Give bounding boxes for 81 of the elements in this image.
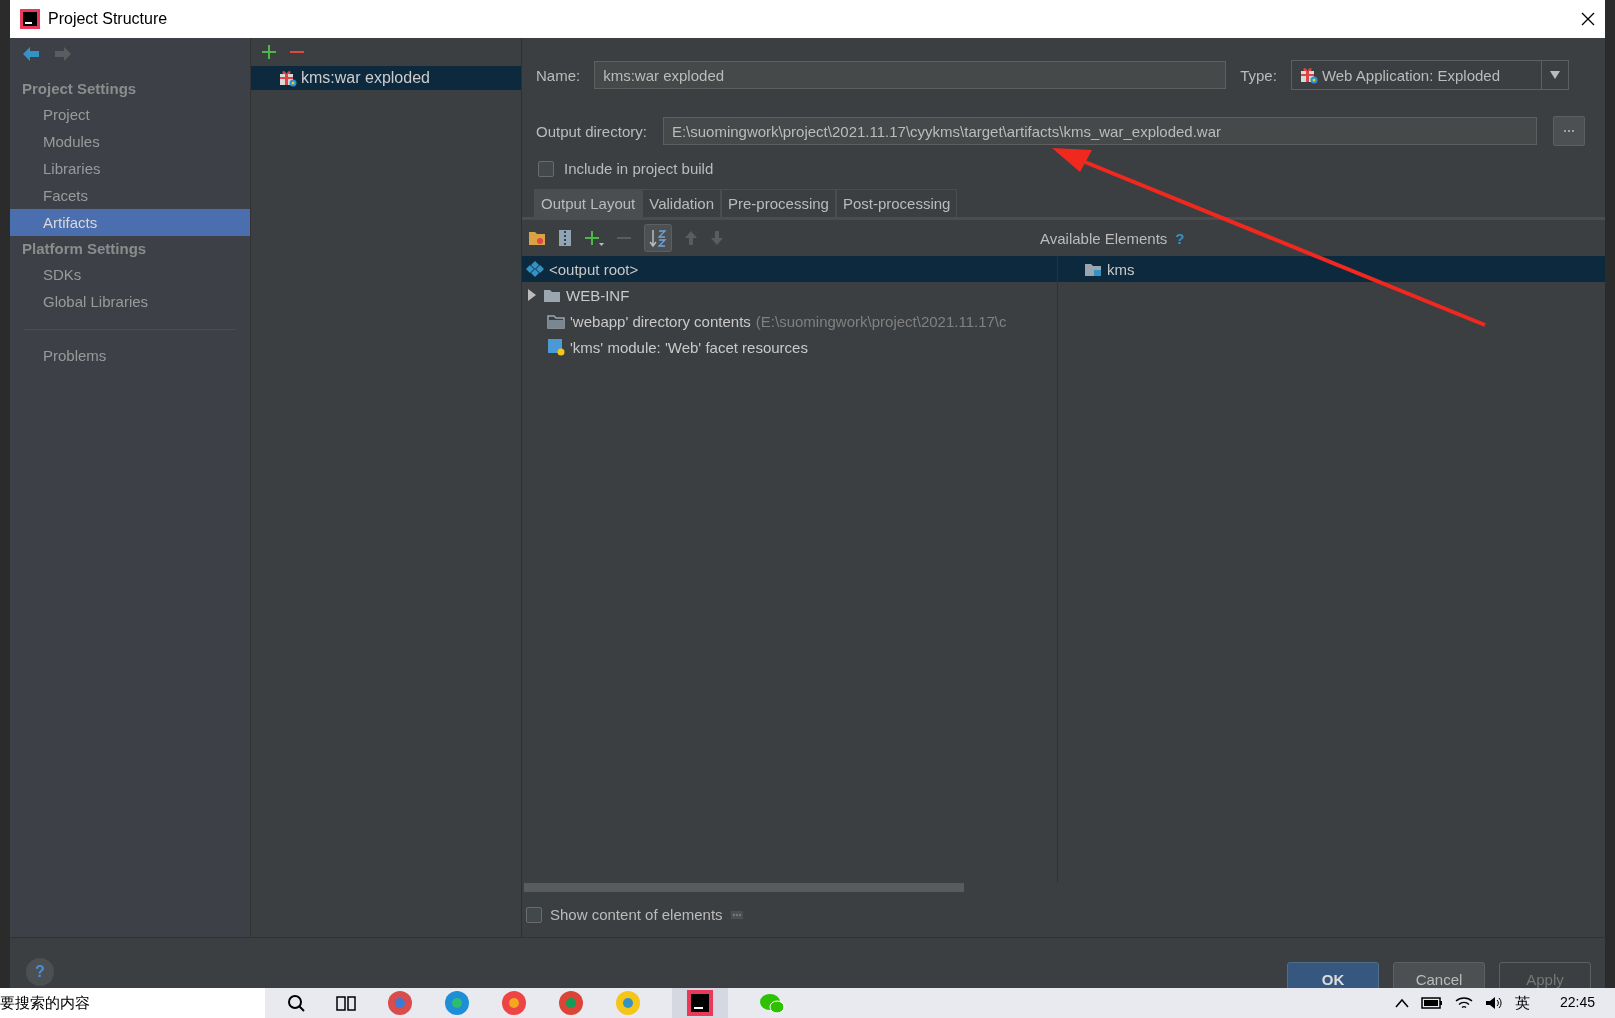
speaker-icon[interactable]	[1484, 996, 1503, 1010]
node-label: 'kms' module: 'Web' facet resources	[570, 338, 808, 356]
app-logo-icon	[20, 9, 40, 29]
wifi-icon[interactable]	[1454, 996, 1473, 1010]
tree-node[interactable]: 'webapp' directory contents (E:\suomingwork\project\2021.11.17\c	[522, 308, 1057, 334]
tab[interactable]: Validation	[642, 189, 721, 217]
available-elements-title: Available Elements	[1040, 229, 1168, 247]
sort-icon[interactable]	[644, 224, 672, 252]
tab[interactable]: Pre-processing	[721, 189, 836, 217]
new-folder-icon[interactable]	[528, 230, 546, 246]
sidebar-item[interactable]: SDKs	[10, 261, 250, 288]
cancel-button[interactable]: Cancel	[1393, 962, 1485, 988]
app-icon[interactable]	[387, 990, 413, 1016]
scrollbar[interactable]	[524, 883, 964, 892]
dropdown-arrow-icon	[1549, 71, 1560, 79]
sidebar-item[interactable]: Libraries	[10, 155, 250, 182]
sidebar-item[interactable]: Global Libraries	[10, 288, 250, 315]
gift-icon	[1299, 66, 1318, 84]
tree-node[interactable]: 'kms' module: 'Web' facet resources	[522, 334, 1057, 360]
diamond-icon	[526, 260, 544, 278]
module-folder-icon	[1084, 261, 1102, 277]
name-field[interactable]: kms:war exploded	[594, 61, 1227, 89]
type-dropdown[interactable]: Web Application: Exploded	[1290, 60, 1569, 90]
add-icon[interactable]	[261, 44, 277, 60]
section-heading: Project Settings	[21, 79, 138, 99]
node-path: (E:\suomingwork\project\2021.11.17\c	[755, 312, 1007, 330]
ok-button[interactable]: OK	[1287, 962, 1379, 988]
sidebar-item[interactable]: Project	[10, 101, 250, 128]
node-label: WEB-INF	[566, 286, 630, 304]
app-icon[interactable]	[615, 990, 641, 1016]
ide-app-icon[interactable]	[687, 990, 713, 1016]
ellipsis-icon	[1562, 129, 1575, 133]
app-icon[interactable]	[501, 990, 527, 1016]
section-heading: Platform Settings	[21, 239, 148, 259]
tree-node[interactable]: WEB-INF	[522, 282, 1057, 308]
close-icon[interactable]	[1581, 12, 1595, 26]
checkbox-label: Show content of elements	[550, 906, 723, 923]
add-icon[interactable]	[584, 229, 604, 247]
browse-button[interactable]	[1552, 116, 1585, 146]
task-view-icon[interactable]	[336, 994, 356, 1012]
app-icon[interactable]	[558, 990, 584, 1016]
checkbox-label: Include in project build	[564, 160, 714, 177]
archive-icon[interactable]	[558, 229, 572, 247]
checkbox[interactable]	[538, 160, 554, 177]
move-up-icon[interactable]	[684, 230, 698, 246]
help-link[interactable]: ?	[1175, 229, 1185, 247]
output-directory-field[interactable]: E:\suomingwork\project\2021.11.17\cyykms\target\artifacts\kms_war_exploded.war	[662, 117, 1537, 145]
search-icon[interactable]	[287, 994, 305, 1012]
module-icon	[547, 338, 565, 356]
clock[interactable]: 22:45	[1559, 993, 1595, 1010]
forward-arrow-icon[interactable]	[54, 46, 72, 62]
chevron-up-icon[interactable]	[1394, 998, 1409, 1008]
ellipsis-icon[interactable]	[730, 910, 743, 919]
expand-arrow-icon[interactable]	[526, 289, 538, 301]
node-label: <output root>	[549, 260, 639, 278]
available-element[interactable]: kms	[1058, 256, 1605, 282]
tab[interactable]: Post-processing	[835, 189, 958, 217]
sidebar-item[interactable]: Facets	[10, 182, 250, 209]
gift-icon	[279, 69, 297, 87]
sidebar-item[interactable]: Artifacts	[10, 209, 250, 236]
tab[interactable]: Output Layout	[534, 189, 643, 217]
output-directory-label: Output directory:	[536, 122, 647, 140]
back-arrow-icon[interactable]	[22, 46, 40, 62]
app-icon[interactable]	[444, 990, 470, 1016]
input-method-indicator[interactable]: 英	[1514, 993, 1530, 1013]
folder-icon	[547, 313, 565, 329]
name-label: Name:	[536, 66, 581, 84]
folder-icon	[543, 287, 561, 303]
node-label: kms	[1107, 260, 1135, 278]
node-label: 'webapp' directory contents	[570, 312, 751, 330]
type-label: Type:	[1240, 66, 1277, 84]
battery-icon[interactable]	[1420, 997, 1443, 1009]
sidebar-item[interactable]: Problems	[10, 342, 250, 369]
artifact-label: kms:war exploded	[301, 69, 430, 87]
move-down-icon[interactable]	[710, 230, 724, 246]
tree-node[interactable]: <output root>	[522, 256, 1057, 282]
window-title: Project Structure	[48, 10, 168, 28]
checkbox[interactable]	[526, 906, 542, 923]
artifact-item[interactable]: kms:war exploded	[251, 66, 521, 90]
type-value: Web Application: Exploded	[1321, 66, 1502, 84]
sidebar-item[interactable]: Modules	[10, 128, 250, 155]
